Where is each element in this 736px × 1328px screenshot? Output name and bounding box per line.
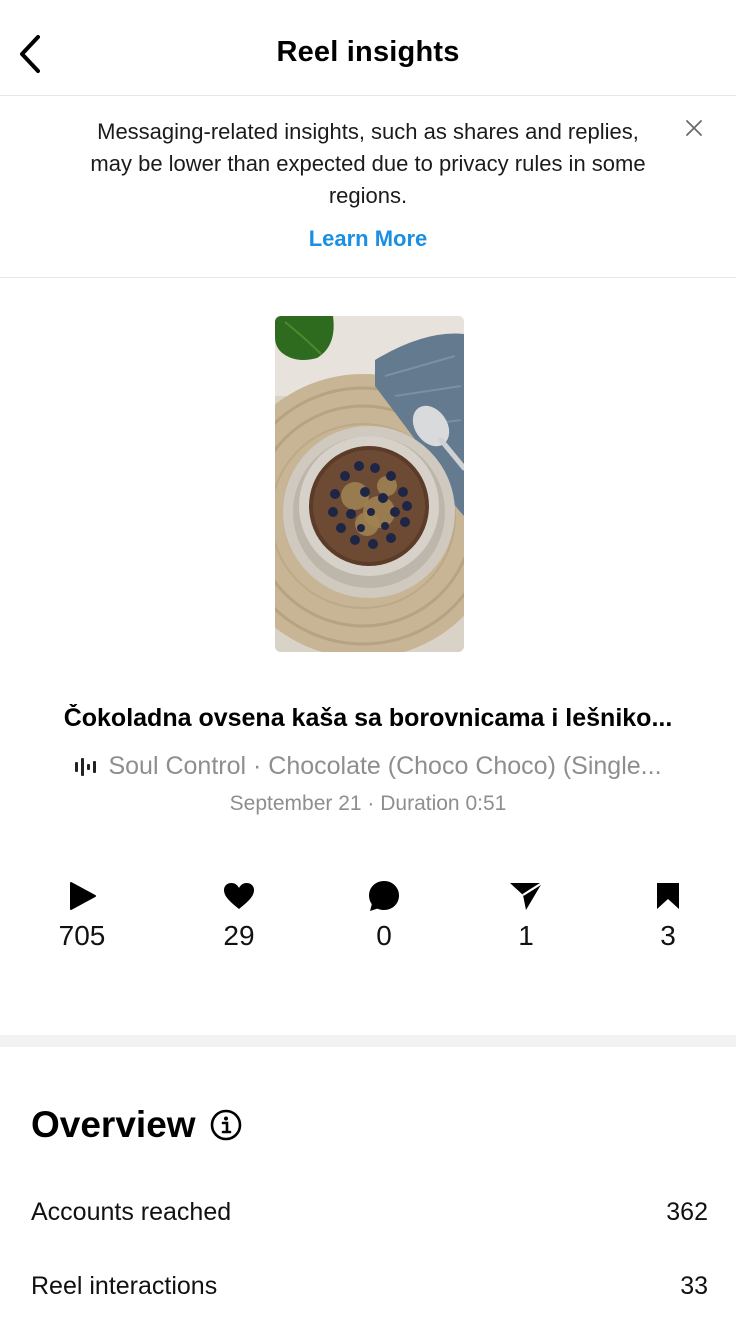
learn-more-link[interactable]: Learn More [0, 226, 736, 252]
plays-count: 705 [58, 920, 106, 951]
privacy-notice-banner: Messaging-related insights, such as shar… [0, 96, 736, 278]
reel-title: Čokoladna ovsena kaša sa borovnicama i l… [63, 704, 673, 732]
paper-plane-icon [509, 878, 543, 914]
comments-count: 0 [376, 920, 392, 951]
section-divider [0, 1035, 736, 1047]
comment-bubble-icon [368, 878, 400, 914]
info-icon[interactable] [210, 1109, 242, 1141]
metric-accounts-reached[interactable]: Accounts reached 362 [31, 1198, 708, 1227]
reel-thumbnail[interactable] [275, 316, 464, 652]
play-icon [67, 878, 97, 914]
audio-wave-icon [74, 757, 98, 777]
saves-count: 3 [660, 920, 676, 951]
shares-count: 1 [518, 920, 534, 951]
reel-insights-screen: Reel insights Messaging-related insights… [0, 0, 736, 1328]
stat-shares[interactable]: 1 [476, 878, 576, 952]
metric-label: Accounts reached [31, 1198, 232, 1226]
heart-icon [223, 878, 255, 914]
audio-track-label: Soul Control · Chocolate (Choco Choco) (… [108, 752, 662, 780]
audio-track[interactable]: Soul Control · Chocolate (Choco Choco) (… [32, 752, 704, 781]
stat-comments[interactable]: 0 [334, 878, 434, 952]
top-bar: Reel insights [0, 0, 736, 96]
stat-likes[interactable]: 29 [189, 878, 289, 952]
page-title: Reel insights [276, 36, 460, 68]
bookmark-icon [656, 878, 680, 914]
metric-value: 33 [680, 1272, 708, 1300]
banner-message: Messaging-related insights, such as shar… [90, 119, 646, 208]
metric-label: Reel interactions [31, 1272, 218, 1300]
overview-heading: Overview [31, 1104, 196, 1145]
stat-plays[interactable]: 705 [32, 878, 132, 952]
metric-reel-interactions[interactable]: Reel interactions 33 [31, 1272, 708, 1301]
reel-thumbnail-image [275, 316, 464, 652]
stat-saves[interactable]: 3 [618, 878, 718, 952]
likes-count: 29 [223, 920, 255, 951]
overview-section-title: Overview [31, 1104, 242, 1146]
reel-date-duration: September 21 · Duration 0:51 [229, 792, 507, 815]
banner-close-button[interactable] [680, 114, 708, 142]
metric-value: 362 [666, 1198, 708, 1226]
close-icon [686, 120, 702, 136]
